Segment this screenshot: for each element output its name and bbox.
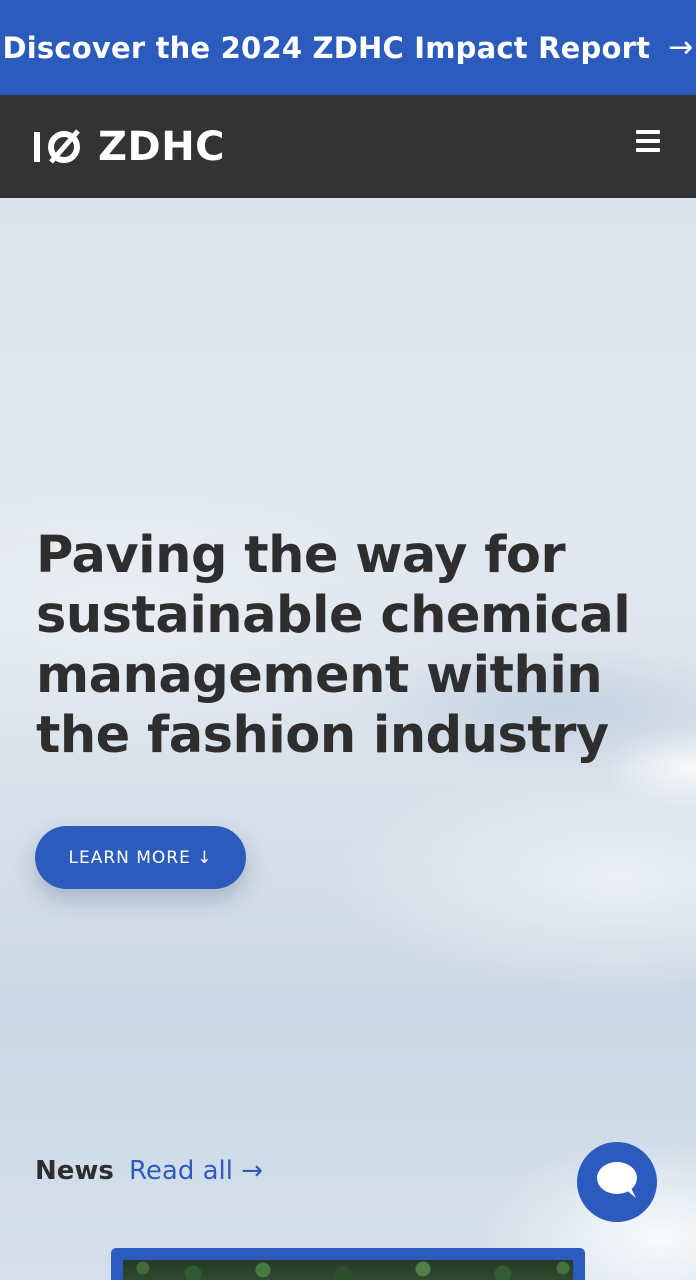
news-heading: News [35,1156,114,1186]
chat-button[interactable] [577,1142,657,1222]
logo-text: ZDHC [98,123,226,170]
hero-section: Paving the way for sustainable chemical … [0,198,696,1280]
news-card[interactable] [111,1248,585,1280]
hamburger-menu-icon[interactable] [636,129,662,152]
arrow-right-icon: → [668,30,694,65]
hero-headline: Paving the way for sustainable chemical … [36,526,631,765]
banner-text: Discover the 2024 ZDHC Impact Report [2,30,651,65]
top-navigation: ZDHC [0,95,696,198]
read-all-link[interactable]: Read all → [129,1156,263,1186]
announcement-banner[interactable]: Discover the 2024 ZDHC Impact Report → [0,0,696,95]
zdhc-logo-mark-icon [32,127,84,167]
chat-bubble-icon [596,1160,638,1204]
zdhc-logo[interactable]: ZDHC [32,124,225,170]
news-card-image [123,1260,573,1280]
learn-more-button[interactable]: LEARN MORE ↓ [35,826,246,889]
